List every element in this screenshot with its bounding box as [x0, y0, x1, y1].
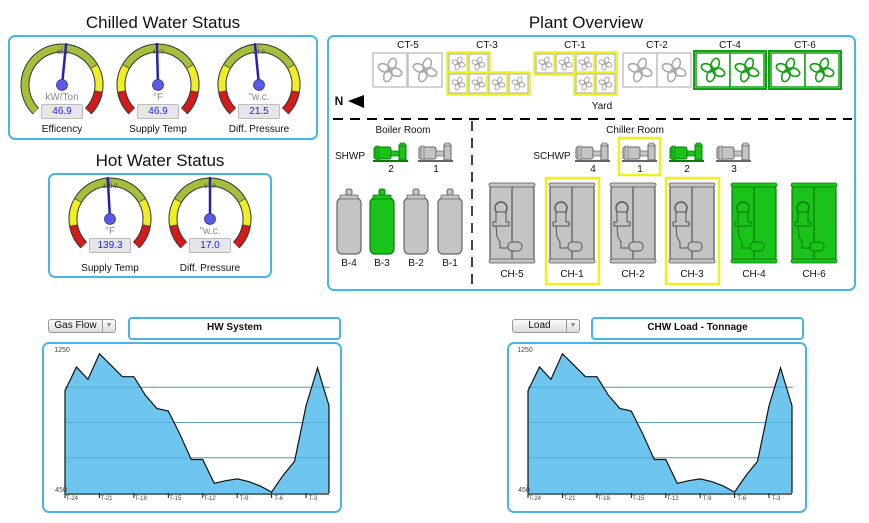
x-tick-label: T-18: [134, 496, 147, 502]
x-tick-label: T-15: [632, 496, 645, 502]
x-tick-label: T-24: [65, 496, 79, 502]
area-chart: [64, 352, 330, 498]
x-tick-label: T-6: [274, 496, 283, 502]
x-tick-label: T-9: [702, 496, 712, 502]
y-tick-label-min: 450: [55, 487, 67, 494]
x-tick-label: T-12: [666, 496, 679, 502]
x-tick-label: T-9: [239, 496, 249, 502]
x-tick-label: T-3: [771, 496, 781, 502]
y-tick-label-max: 1250: [517, 347, 533, 354]
y-tick-label-min: 450: [518, 487, 530, 494]
area-fill: [65, 353, 329, 493]
x-tick-label: T-18: [597, 496, 610, 502]
x-tick-label: T-21: [563, 496, 576, 502]
y-tick-label-max: 1250: [54, 347, 70, 354]
x-tick-label: T-15: [169, 496, 182, 502]
x-tick-label: T-21: [100, 496, 113, 502]
area-chart: [527, 352, 793, 498]
x-tick-label: T-6: [737, 496, 746, 502]
x-tick-label: T-24: [528, 496, 542, 502]
x-tick-label: T-3: [308, 496, 318, 502]
area-fill: [528, 353, 792, 493]
x-tick-label: T-12: [203, 496, 216, 502]
